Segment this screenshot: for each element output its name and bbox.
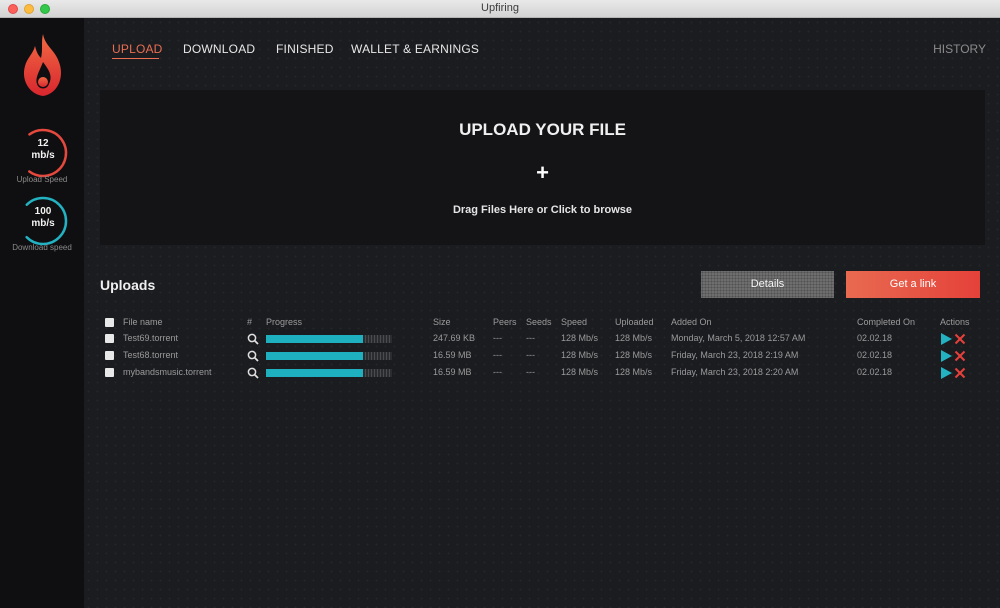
- file-name[interactable]: mybandsmusic.torrent: [123, 367, 212, 377]
- row-checkbox[interactable]: [105, 351, 114, 360]
- file-size: 16.59 MB: [433, 350, 472, 360]
- col-uploaded[interactable]: Uploaded: [615, 317, 654, 327]
- remove-icon[interactable]: [954, 367, 966, 379]
- speed: 128 Mb/s: [561, 333, 599, 343]
- flame-logo-icon: [23, 34, 62, 96]
- upload-speed-unit: mb/s: [31, 150, 55, 161]
- peers: ---: [493, 350, 502, 360]
- row-checkbox[interactable]: [105, 368, 114, 377]
- dropzone-hint: Drag Files Here or Click to browse: [452, 204, 633, 216]
- col-size[interactable]: Size: [433, 317, 451, 327]
- uploaded: 128 Mb/s: [615, 350, 653, 360]
- main-panel: UPLOAD DOWNLOAD FINISHED WALLET & EARNIN…: [84, 18, 1000, 608]
- seeds: ---: [526, 350, 535, 360]
- progress-bar: [266, 369, 392, 377]
- dropzone-title: UPLOAD YOUR FILE: [459, 120, 626, 139]
- speed: 128 Mb/s: [561, 367, 599, 377]
- uploaded: 128 Mb/s: [615, 333, 653, 343]
- seeds: ---: [526, 367, 535, 377]
- col-number: #: [247, 317, 253, 327]
- col-file-name[interactable]: File name: [123, 317, 163, 327]
- progress-bar: [266, 352, 392, 360]
- tab-wallet-earnings[interactable]: WALLET & EARNINGS: [351, 42, 479, 56]
- col-peers[interactable]: Peers: [493, 317, 517, 327]
- download-speed-label: Download speed: [12, 243, 72, 252]
- progress-fill: [266, 369, 363, 377]
- uploaded: 128 Mb/s: [615, 367, 653, 377]
- details-button[interactable]: Details: [701, 271, 834, 298]
- progress-fill: [266, 335, 363, 343]
- upload-speed-gauge: 12 mb/s: [16, 126, 70, 180]
- file-name[interactable]: Test69.torrent: [123, 333, 178, 343]
- play-icon[interactable]: [940, 367, 952, 379]
- plus-icon[interactable]: +: [100, 160, 985, 186]
- col-progress[interactable]: Progress: [266, 317, 302, 327]
- completed-on: 02.02.18: [857, 350, 893, 360]
- peers: ---: [493, 367, 502, 377]
- added-on: Monday, March 5, 2018 12:57 AM: [671, 333, 806, 343]
- window-title: Upfiring: [481, 2, 519, 14]
- play-icon[interactable]: [940, 350, 952, 362]
- get-link-button[interactable]: Get a link: [846, 271, 980, 298]
- speed: 128 Mb/s: [561, 350, 599, 360]
- remove-icon[interactable]: [954, 350, 966, 362]
- select-all-checkbox[interactable]: [105, 318, 114, 327]
- download-speed-gauge: 100 mb/s: [16, 194, 70, 248]
- progress-bar: [266, 335, 392, 343]
- upload-dropzone[interactable]: UPLOAD YOUR FILE + Drag Files Here or Cl…: [100, 90, 985, 245]
- title-bar: Upfiring: [0, 0, 1000, 18]
- col-actions: Actions: [940, 317, 970, 327]
- play-icon[interactable]: [940, 333, 952, 345]
- download-speed-unit: mb/s: [31, 218, 55, 229]
- file-size: 247.69 KB: [433, 333, 476, 343]
- col-added-on[interactable]: Added On: [671, 317, 712, 327]
- row-checkbox[interactable]: [105, 334, 114, 343]
- sidebar: 12 mb/s Upload Speed 100 mb/s Download s…: [0, 18, 84, 608]
- seeds: ---: [526, 333, 535, 343]
- download-speed-value: 100: [34, 206, 52, 217]
- file-size: 16.59 MB: [433, 367, 472, 377]
- tab-download[interactable]: DOWNLOAD: [183, 42, 255, 56]
- added-on: Friday, March 23, 2018 2:20 AM: [671, 367, 799, 377]
- search-icon[interactable]: [247, 367, 259, 379]
- history-link[interactable]: HISTORY: [933, 42, 986, 56]
- uploads-heading: Uploads: [100, 277, 156, 293]
- search-icon[interactable]: [247, 350, 259, 362]
- completed-on: 02.02.18: [857, 367, 893, 377]
- upload-speed-label: Upload Speed: [16, 175, 68, 184]
- added-on: Friday, March 23, 2018 2:19 AM: [671, 350, 799, 360]
- remove-icon[interactable]: [954, 333, 966, 345]
- active-tab-underline: [112, 58, 159, 59]
- file-name[interactable]: Test68.torrent: [123, 350, 178, 360]
- col-speed[interactable]: Speed: [561, 317, 587, 327]
- progress-fill: [266, 352, 363, 360]
- completed-on: 02.02.18: [857, 333, 893, 343]
- col-seeds[interactable]: Seeds: [526, 317, 552, 327]
- upload-speed-value: 12: [37, 138, 49, 149]
- search-icon[interactable]: [247, 333, 259, 345]
- tab-finished[interactable]: FINISHED: [276, 42, 334, 56]
- col-completed-on[interactable]: Completed On: [857, 317, 915, 327]
- peers: ---: [493, 333, 502, 343]
- tab-upload[interactable]: UPLOAD: [112, 42, 163, 56]
